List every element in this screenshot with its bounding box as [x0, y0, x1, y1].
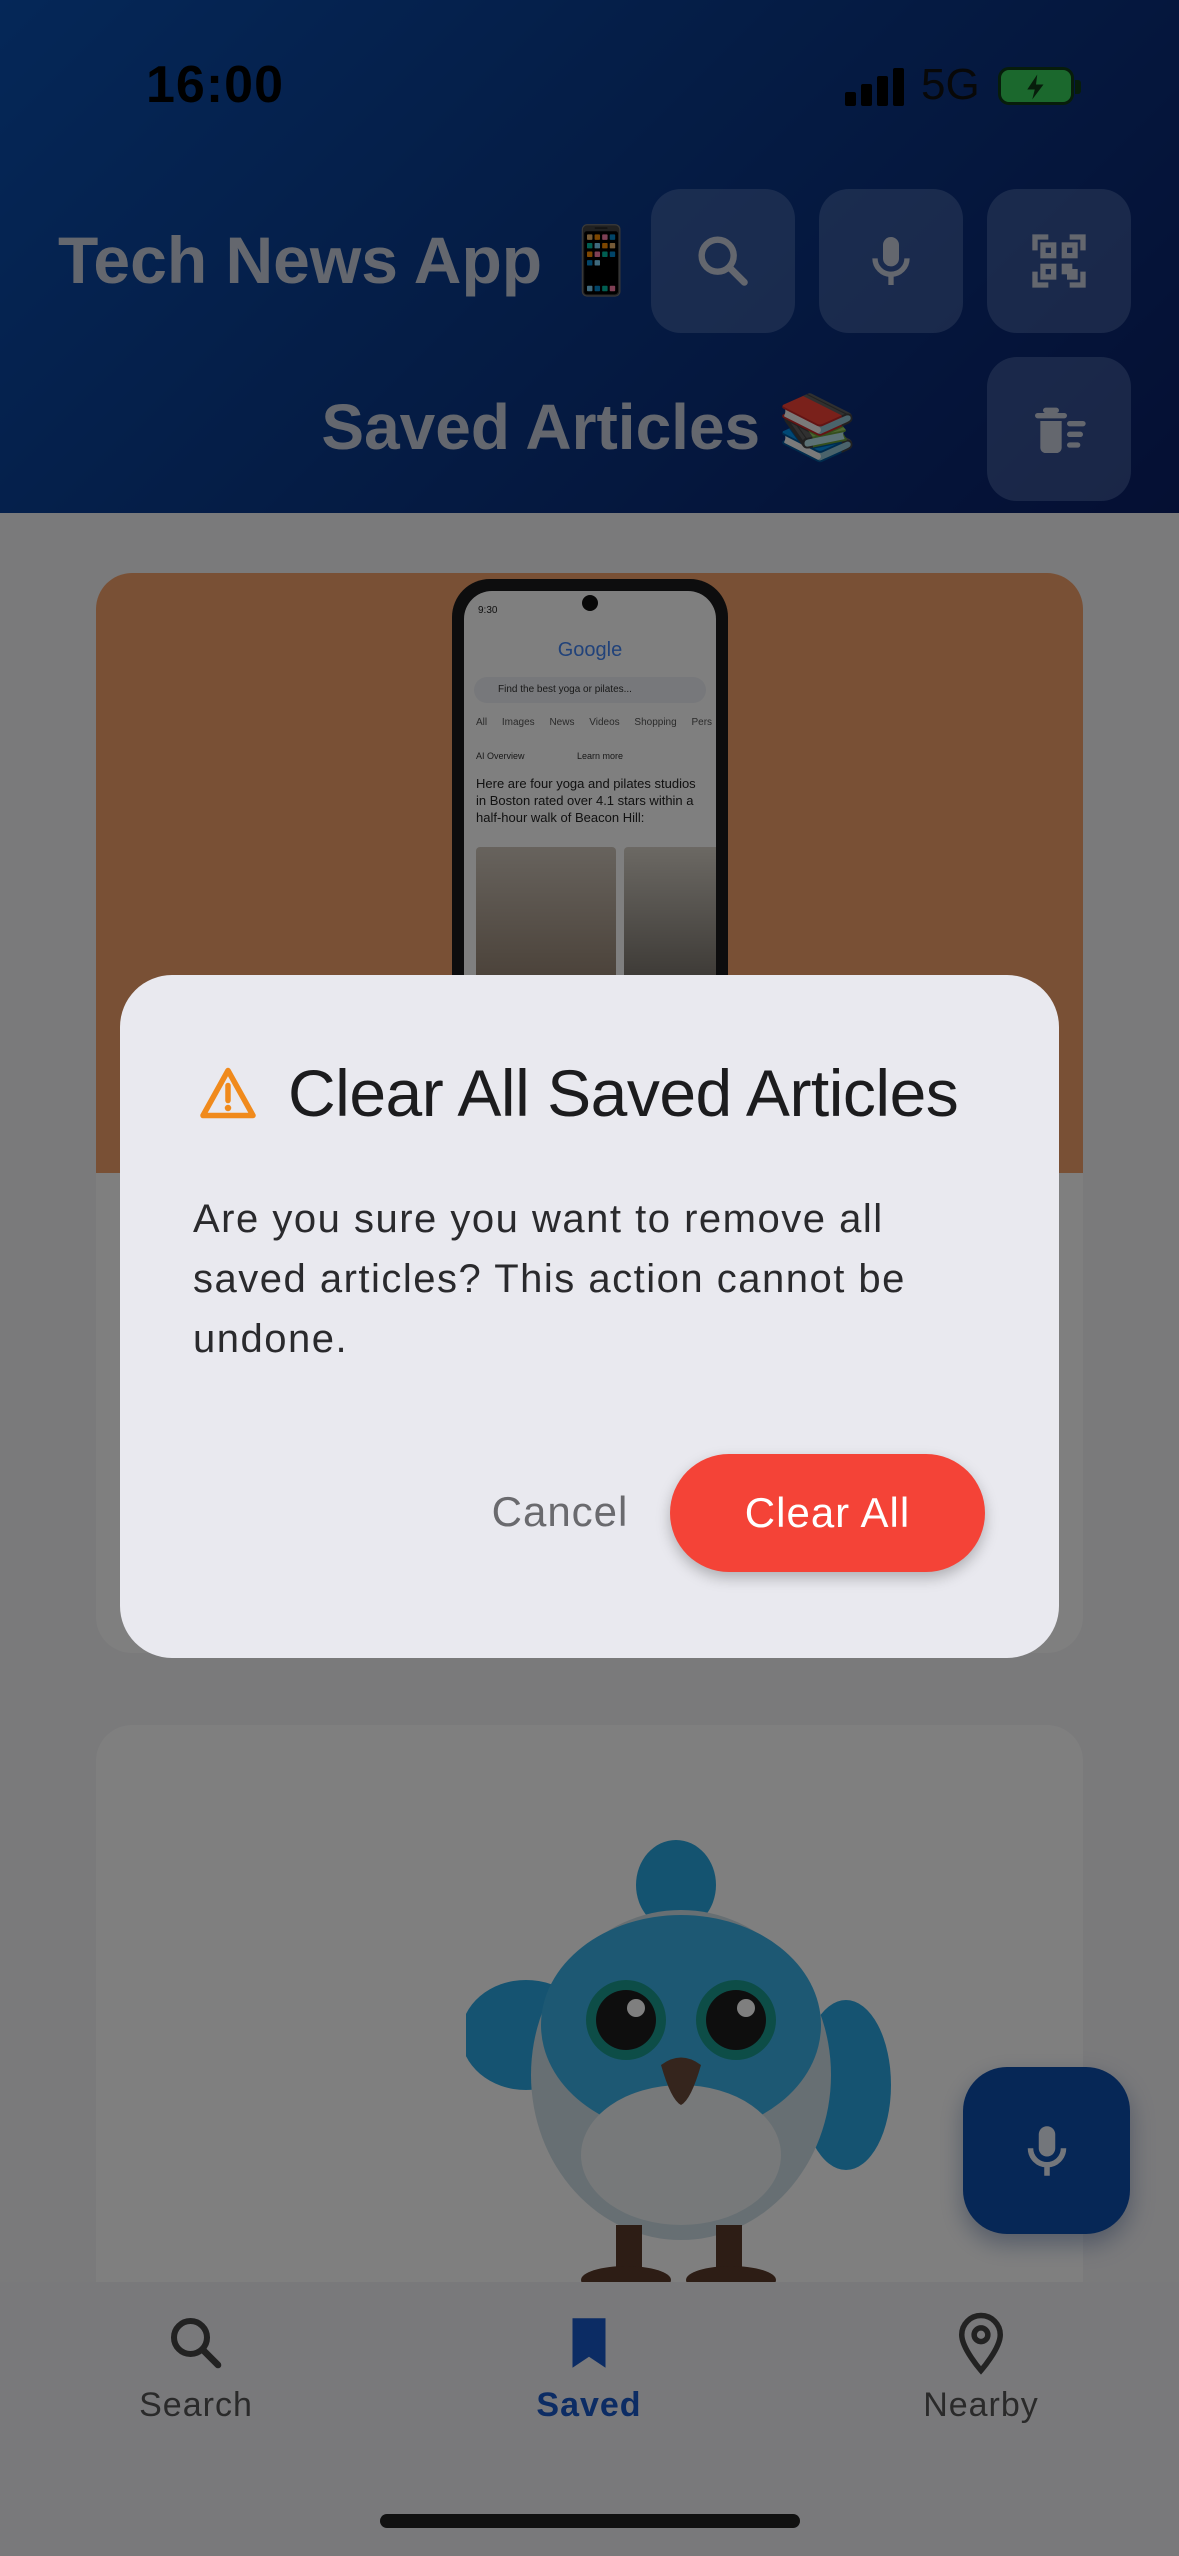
dialog-title: Clear All Saved Articles	[288, 1056, 959, 1130]
dialog-header: Clear All Saved Articles	[198, 1055, 959, 1131]
dialog-message: Are you sure you want to remove all save…	[193, 1197, 906, 1361]
clear-all-confirm-button[interactable]: Clear All	[670, 1454, 985, 1572]
confirm-dialog: Clear All Saved Articles Are you sure yo…	[120, 975, 1059, 1658]
warning-icon	[200, 1067, 256, 1119]
home-indicator[interactable]	[380, 2514, 800, 2528]
cancel-button[interactable]: Cancel	[450, 1454, 670, 1570]
